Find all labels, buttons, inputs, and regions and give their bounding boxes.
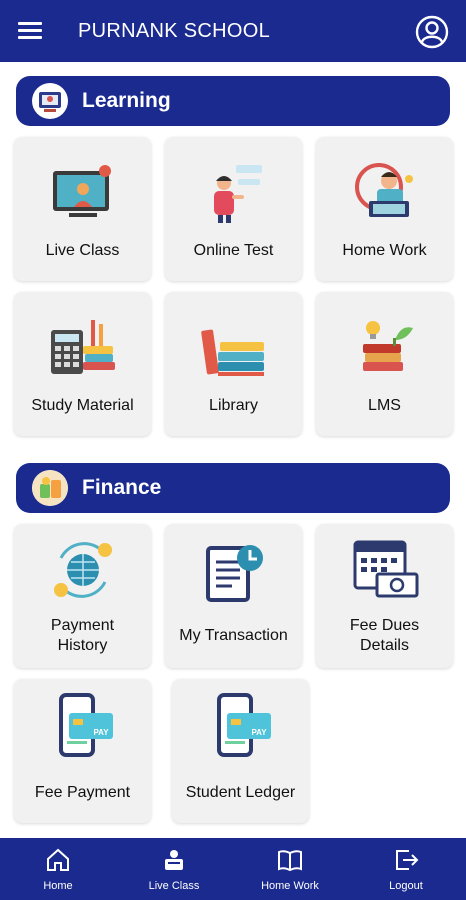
student-ledger-label: Student Ledger	[185, 784, 296, 801]
fee-dues-details-label-text: Fee Dues Details	[349, 617, 420, 654]
live-class-card[interactable]: Live Class	[14, 137, 151, 281]
nav-home-work[interactable]: Home Work	[232, 838, 348, 900]
profile-icon[interactable]	[414, 14, 450, 50]
lms-card[interactable]: LMS	[316, 292, 453, 436]
study-material-icon	[51, 320, 115, 374]
nav-live-class-label: Live Class	[148, 880, 200, 892]
library-icon	[201, 329, 264, 376]
library-card[interactable]: Library	[165, 292, 302, 436]
library-label: Library	[209, 397, 258, 414]
logout-icon	[396, 850, 419, 870]
home-work-card[interactable]: Home Work	[316, 137, 453, 281]
home-icon	[47, 848, 69, 871]
study-material-card[interactable]: Study Material	[14, 292, 151, 436]
student-ledger-card[interactable]: PAY Student Ledger	[172, 679, 309, 823]
nav-logout-label: Logout	[389, 880, 423, 892]
lms-icon	[363, 321, 413, 371]
learning-icon	[32, 83, 68, 119]
learning-section-title: Learning	[82, 89, 171, 112]
my-transaction-card[interactable]: My Transaction	[165, 524, 302, 668]
online-test-card[interactable]: Online Test	[165, 137, 302, 281]
nav-home[interactable]: Home	[0, 838, 116, 900]
payment-history-label: Payment History	[16, 616, 149, 656]
live-class-label: Live Class	[45, 242, 120, 259]
fee-dues-details-icon	[353, 540, 419, 598]
payment-history-label-line1: Payment History	[50, 617, 115, 654]
my-transaction-icon	[206, 545, 263, 602]
lms-label: LMS	[368, 397, 401, 414]
svg-text:PAY: PAY	[251, 728, 267, 737]
fee-dues-details-card[interactable]: Fee Dues Details	[316, 524, 453, 668]
online-test-label: Online Test	[193, 242, 274, 259]
home-work-label: Home Work	[342, 242, 427, 259]
learning-section-header: Learning	[16, 76, 450, 126]
finance-section-header: Finance	[16, 463, 450, 513]
menu-icon[interactable]	[18, 22, 42, 40]
study-material-label: Study Material	[31, 397, 134, 414]
fee-payment-label: Fee Payment	[34, 784, 131, 801]
my-transaction-label: My Transaction	[179, 627, 288, 644]
app-title: PURNANK SCHOOL	[78, 20, 271, 42]
payment-history-icon	[54, 542, 112, 598]
finance-icon	[32, 470, 68, 506]
live-class-icon	[53, 165, 111, 217]
book-icon	[278, 850, 302, 872]
nav-home-label: Home	[43, 880, 73, 892]
nav-live-class[interactable]: Live Class	[116, 838, 232, 900]
fee-dues-details-label: Fee Dues Details	[318, 616, 451, 656]
nav-home-work-label: Home Work	[261, 880, 319, 892]
finance-section-title: Finance	[82, 476, 162, 499]
bottom-navigation: Home Live Class Home Work Logout	[0, 838, 466, 900]
home-work-icon	[355, 163, 413, 217]
fee-payment-icon: PAY	[59, 693, 113, 757]
student-ledger-icon: PAY	[217, 693, 271, 757]
nav-logout[interactable]: Logout	[348, 838, 464, 900]
payment-history-card[interactable]: Payment History	[14, 524, 151, 668]
app-header: PURNANK SCHOOL	[0, 0, 466, 62]
online-test-icon	[214, 165, 262, 223]
fee-payment-card[interactable]: PAY Fee Payment	[14, 679, 151, 823]
live-class-nav-icon	[165, 850, 183, 870]
svg-text:PAY: PAY	[93, 728, 109, 737]
